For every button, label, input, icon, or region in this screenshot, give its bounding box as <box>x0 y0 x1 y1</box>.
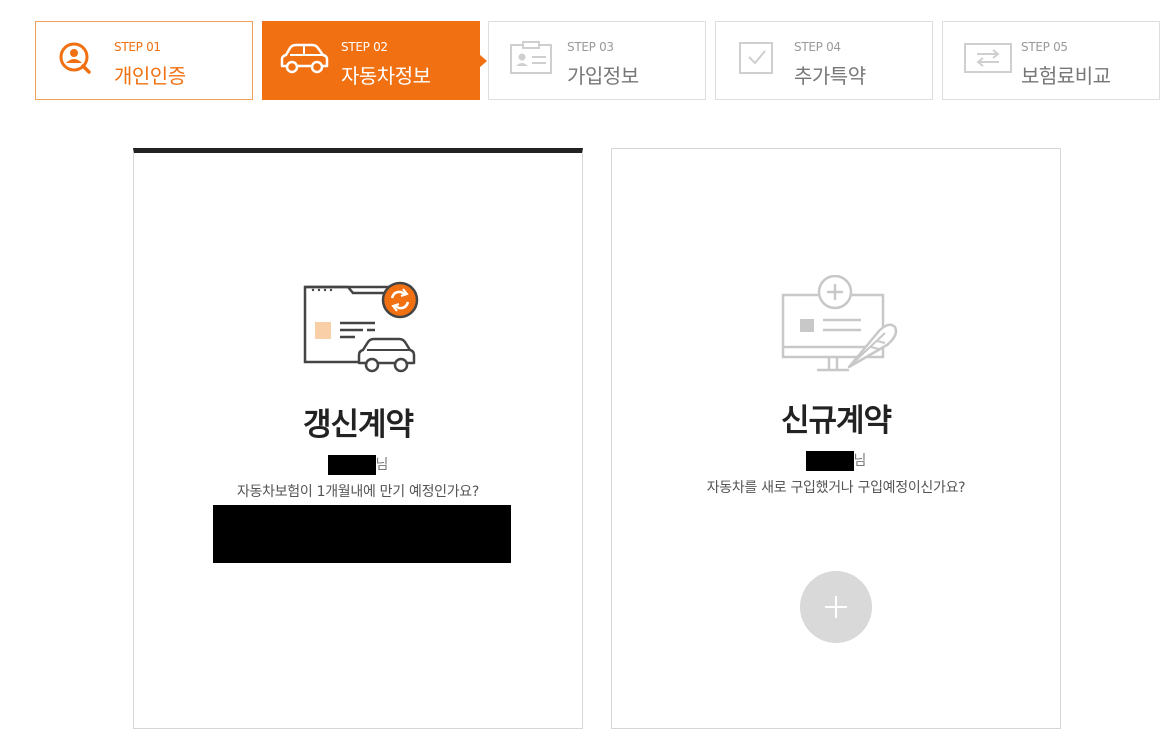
renewal-document-car-icon <box>303 281 419 373</box>
step-title: 자동차정보 <box>341 64 431 88</box>
new-contract-title: 신규계약 <box>780 403 892 439</box>
name-suffix: 님 <box>853 453 867 469</box>
new-contract-description: 자동차를 새로 구입했거나 구입예정이신가요? <box>706 480 966 496</box>
id-card-icon <box>510 41 552 74</box>
step-number: STEP 01 <box>114 40 161 54</box>
redacted-renewal-details <box>213 505 511 563</box>
step-01-personal-auth[interactable]: STEP 01 개인인증 <box>35 21 253 100</box>
step-title: 보험료비교 <box>1021 64 1111 88</box>
checkbox-icon <box>739 42 773 74</box>
step-05-premium-compare[interactable]: STEP 05 보험료비교 <box>942 21 1160 100</box>
name-suffix: 님 <box>375 457 389 473</box>
step-04-additional-terms[interactable]: STEP 04 추가특약 <box>715 21 933 100</box>
new-contract-user-name-line: 님 <box>612 451 1060 471</box>
redacted-user-name <box>327 455 376 475</box>
step-02-car-info[interactable]: STEP 02 자동차정보 <box>262 21 487 100</box>
step-title: 개인인증 <box>114 64 186 88</box>
redacted-user-name <box>805 451 854 471</box>
add-new-contract-button[interactable] <box>800 571 872 643</box>
compare-arrows-icon <box>964 43 1012 73</box>
car-icon <box>280 43 329 74</box>
step-number: STEP 05 <box>1021 40 1068 54</box>
step-03-subscription-info[interactable]: STEP 03 가입정보 <box>488 21 706 100</box>
renewal-description: 자동차보험이 1개월내에 만기 예정인가요? <box>236 484 480 500</box>
step-title: 가입정보 <box>567 64 639 88</box>
step-title: 추가특약 <box>794 64 866 88</box>
step-number: STEP 02 <box>341 40 388 54</box>
new-contract-monitor-pen-icon <box>781 275 898 372</box>
step-number: STEP 04 <box>794 40 841 54</box>
renewal-contract-card[interactable]: 갱신계약 님 자동차보험이 1개월내에 만기 예정인가요? <box>133 148 583 729</box>
renewal-user-name-line: 님 <box>134 455 582 475</box>
renewal-title: 갱신계약 <box>302 407 414 443</box>
step-number: STEP 03 <box>567 40 614 54</box>
person-search-icon <box>59 42 91 74</box>
new-contract-card[interactable]: 신규계약 님 자동차를 새로 구입했거나 구입예정이신가요? <box>611 148 1061 729</box>
